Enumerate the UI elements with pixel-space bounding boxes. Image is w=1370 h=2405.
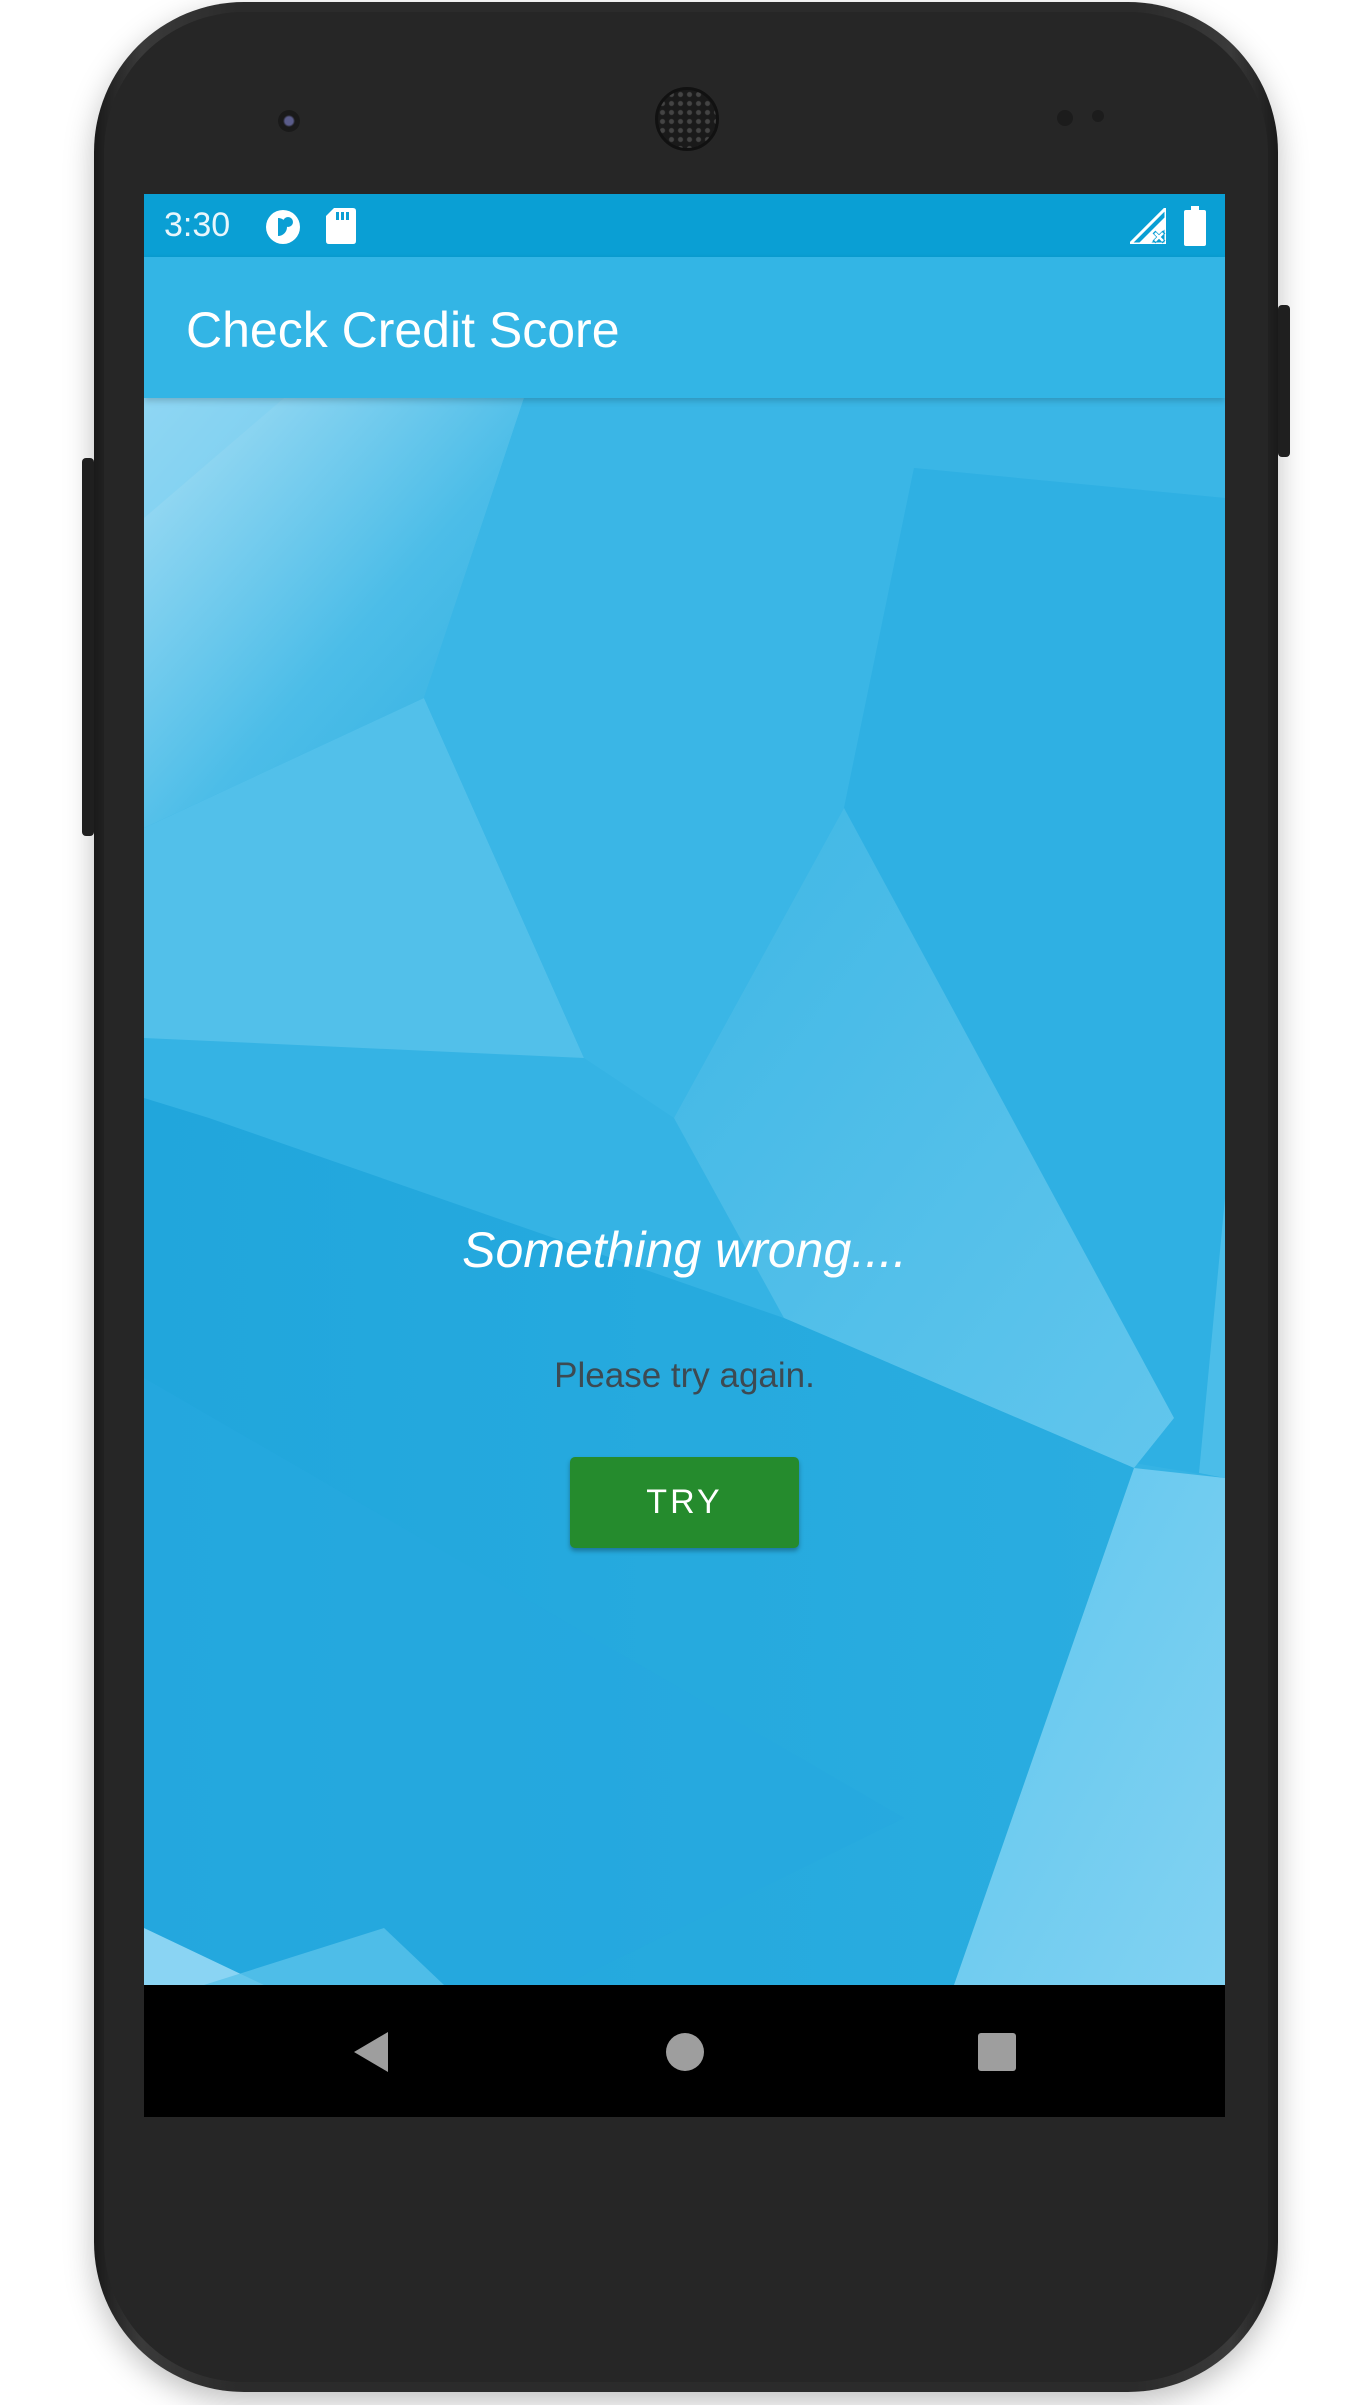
earpiece-speaker xyxy=(655,87,719,151)
volume-button xyxy=(82,458,94,836)
error-message: Please try again. xyxy=(554,1356,815,1395)
no-signal-icon xyxy=(1126,204,1168,249)
error-title: Something wrong.... xyxy=(462,1222,907,1278)
navigation-bar xyxy=(144,1985,1225,2117)
app-bar: Check Credit Score xyxy=(144,257,1225,398)
battery-icon xyxy=(1184,206,1206,251)
home-icon[interactable] xyxy=(664,2031,706,2078)
sd-card-icon xyxy=(326,208,356,249)
phone-screen: 3:30 Check Credit Score Something wrong.… xyxy=(144,194,1225,2117)
recents-icon[interactable] xyxy=(977,2032,1017,2077)
proximity-sensor xyxy=(1057,110,1073,126)
app-notification-icon xyxy=(264,208,302,251)
front-camera xyxy=(278,110,300,132)
app-title: Check Credit Score xyxy=(186,302,620,358)
try-again-button[interactable]: TRY xyxy=(570,1457,799,1548)
background-pattern xyxy=(144,398,1225,1985)
light-sensor xyxy=(1092,110,1104,122)
error-screen: Something wrong.... Please try again. TR… xyxy=(144,398,1225,1985)
status-bar: 3:30 xyxy=(144,194,1225,257)
status-time: 3:30 xyxy=(164,206,231,244)
back-icon[interactable] xyxy=(350,2030,390,2079)
power-button xyxy=(1278,305,1290,457)
